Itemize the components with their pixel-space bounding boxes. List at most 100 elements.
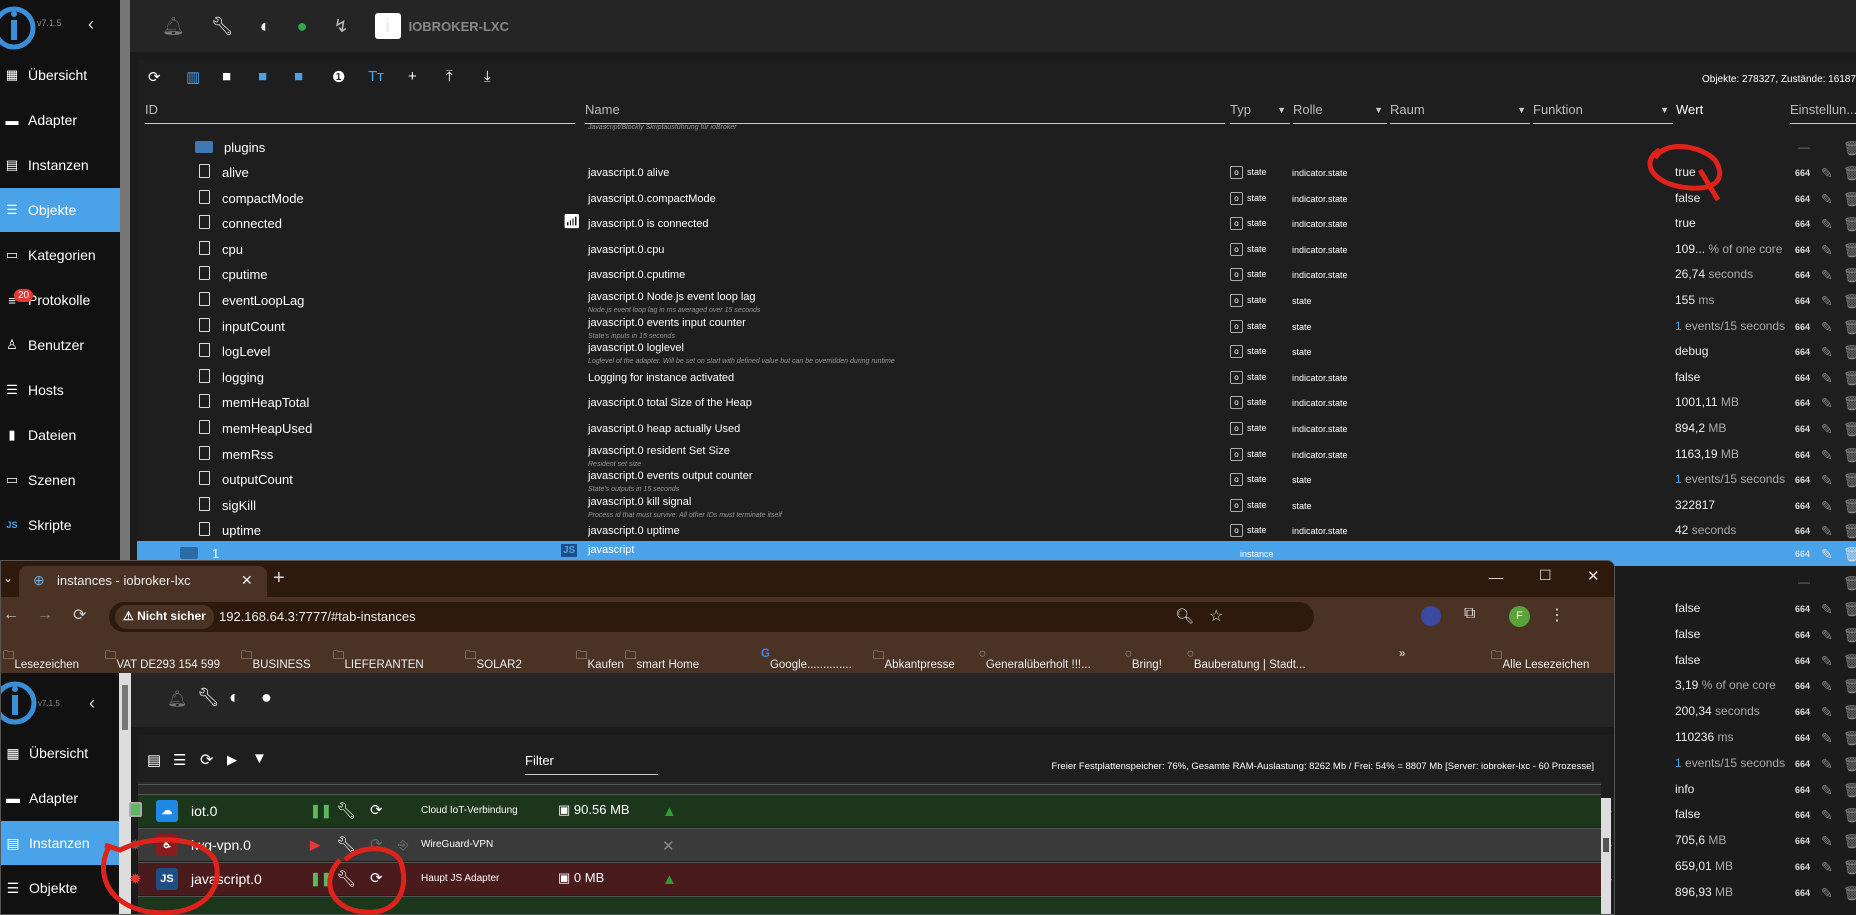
sidebar-item-übersicht[interactable]: ▦ Übersicht [1, 731, 119, 775]
column-room[interactable]: Raum ▼ [1390, 102, 1530, 124]
trash-icon[interactable]: 🗑︎ [1843, 191, 1856, 208]
edit-icon[interactable]: ✎ [1821, 165, 1833, 182]
edit-icon[interactable]: ✎ [1821, 395, 1833, 412]
folder-closed-icon[interactable]: ■ [294, 68, 303, 85]
table-row[interactable]: cputime javascript.0.cputime o state indi… [137, 262, 1856, 287]
sidebar-item-szenen[interactable]: ▭ Szenen [0, 458, 120, 502]
chevron-down-icon[interactable]: ▼ [1660, 105, 1669, 115]
table-row[interactable]: sigKill javascript.0 kill signal Process … [137, 493, 1856, 519]
trash-icon[interactable]: 🗑︎ [1843, 627, 1856, 644]
table-row[interactable]: outputCount javascript.0 events output c… [137, 467, 1856, 493]
edit-icon[interactable]: ✎ [1821, 704, 1833, 721]
row-value[interactable]: info [1675, 782, 1694, 796]
filter-icon[interactable]: ▼ [252, 750, 267, 767]
edit-icon[interactable]: ✎ [1821, 191, 1833, 208]
edit-icon[interactable]: ✎ [1821, 730, 1833, 747]
row-value[interactable]: 659,01 MB [1675, 859, 1733, 873]
restart-icon[interactable]: ⟳ [370, 835, 383, 853]
wrench-icon[interactable]: 🔧︎ [336, 869, 356, 889]
row-value[interactable]: 1163,19 MB [1675, 447, 1739, 461]
column-value[interactable]: Wert [1676, 102, 1776, 124]
sidebar-item-hosts[interactable]: ☰ Hosts [0, 368, 120, 412]
row-value[interactable]: false [1675, 653, 1700, 667]
bookmark-item[interactable]: 🗀 SOLAR2 [465, 648, 522, 671]
trash-icon[interactable]: 🗑︎ [1843, 523, 1856, 540]
wrench-icon[interactable]: 🔧︎ [336, 835, 356, 855]
edit-icon[interactable]: ✎ [1821, 267, 1833, 284]
trash-icon[interactable]: 🗑︎ [1843, 704, 1856, 721]
back-icon[interactable]: ← [3, 606, 19, 624]
collapse-sidebar-icon[interactable]: ‹ [88, 14, 94, 35]
new-tab-icon[interactable]: + [273, 567, 285, 590]
chevron-down-icon[interactable]: ▼ [1277, 105, 1286, 115]
instance-row[interactable]: ✹ JS javascript.0 ❚❚ 🔧︎ ⟳ Haupt JS Adapt… [129, 862, 1614, 895]
refresh-icon[interactable]: ⟳ [200, 750, 213, 770]
trash-icon[interactable]: 🗑︎ [1843, 678, 1856, 695]
sidebar-item-kategorien[interactable]: ▭ Kategorien [0, 233, 120, 277]
expert-mode-icon[interactable]: ● [261, 687, 272, 708]
folder-icon[interactable]: ■ [222, 68, 231, 85]
restart-icon[interactable]: ⟳ [370, 869, 383, 887]
columns-icon[interactable]: ▥ [186, 68, 200, 86]
edit-icon[interactable]: ✎ [1821, 756, 1833, 773]
reload-icon[interactable]: ⟳ [73, 605, 86, 625]
forward-icon[interactable]: → [37, 606, 53, 624]
trash-icon[interactable]: 🗑︎ [1843, 421, 1856, 438]
edit-icon[interactable]: ✎ [1821, 421, 1833, 438]
edit-icon[interactable]: ✎ [1821, 498, 1833, 515]
refresh-icon[interactable]: ⟳ [148, 68, 161, 86]
trash-icon[interactable]: 🗑︎ [1843, 472, 1856, 489]
minimize-icon[interactable]: — [1489, 569, 1503, 585]
row-value[interactable]: false [1675, 601, 1700, 615]
add-icon[interactable]: + [408, 68, 417, 85]
extension-lock-icon[interactable] [1421, 606, 1441, 626]
row-value[interactable]: 1 events/15 seconds [1675, 472, 1785, 486]
trash-icon[interactable]: 🗑︎ [1843, 242, 1856, 259]
row-value[interactable]: 705,6 MB [1675, 833, 1726, 847]
text-size-icon[interactable]: Tт [368, 68, 384, 85]
login-icon[interactable]: ⎆ [398, 837, 408, 853]
bookmark-item[interactable]: 🗀 smart Home [625, 648, 699, 671]
row-value[interactable]: 42 seconds [1675, 523, 1736, 537]
play-icon[interactable]: ▶ [227, 752, 237, 768]
bookmark-item[interactable]: 🗀 Abkantpresse [873, 648, 955, 671]
table-row[interactable]: logging Logging for instance activated o… [137, 365, 1856, 390]
browser-tab[interactable]: ⊕ instances - iobroker-lxc ✕ [19, 566, 267, 597]
tab-search-icon[interactable]: ⌄ [3, 571, 13, 585]
bookmark-item[interactable]: ◌ Generalüberholt !!!... [979, 648, 1091, 671]
filter-input[interactable]: Filter [525, 753, 658, 775]
bookmark-item[interactable]: 🗀 VAT DE293 154 599 [105, 648, 220, 671]
column-id[interactable]: ID [145, 102, 575, 124]
sidebar-item-benutzer[interactable]: ♙ Benutzer [0, 323, 120, 367]
expert-mode-icon[interactable]: ● [297, 16, 308, 37]
extensions-icon[interactable]: ⧉ [1464, 605, 1475, 623]
edit-icon[interactable]: ✎ [1821, 653, 1833, 670]
edit-icon[interactable]: ✎ [1821, 782, 1833, 799]
trash-icon[interactable]: 🗑︎ [1843, 395, 1856, 412]
restart-icon[interactable]: ⟳ [370, 801, 383, 819]
table-row[interactable]: eventLoopLag javascript.0 Node.js event … [137, 288, 1856, 314]
edit-icon[interactable]: ✎ [1821, 523, 1833, 540]
trash-icon[interactable]: 🗑︎ [1843, 833, 1856, 850]
pause-icon[interactable]: ❚❚ [310, 871, 332, 887]
instance-row[interactable]: ☁ iot.0 ❚❚ 🔧︎ ⟳ Cloud IoT-Verbindung ▣ 9… [129, 794, 1614, 827]
edit-icon[interactable]: ✎ [1821, 601, 1833, 618]
row-value[interactable]: false [1675, 370, 1700, 384]
table-row[interactable]: cpu javascript.0.cpu o state indicator.st… [137, 237, 1856, 262]
bookmarks-overflow[interactable]: » [1399, 648, 1405, 660]
address-bar[interactable]: ⚠ Nicht sicher 192.168.64.3:7777/#tab-in… [109, 602, 1314, 632]
edit-icon[interactable]: ✎ [1821, 627, 1833, 644]
table-row[interactable]: logLevel javascript.0 loglevel Loglevel o… [137, 339, 1856, 365]
row-value[interactable]: debug [1675, 344, 1708, 358]
list-view-icon[interactable]: ☰ [173, 751, 186, 769]
folder-open-icon[interactable]: ■ [258, 68, 267, 85]
trash-icon[interactable]: 🗑︎ [1843, 370, 1856, 387]
trash-icon[interactable]: 🗑︎ [1843, 293, 1856, 310]
column-type[interactable]: Typ ▼ [1230, 102, 1290, 124]
edit-icon[interactable]: ✎ [1821, 293, 1833, 310]
counter-icon[interactable]: ❶ [332, 68, 345, 86]
trash-icon[interactable]: 🗑︎ [1843, 601, 1856, 618]
bookmark-item[interactable]: 🗀 Lesezeichen [3, 648, 79, 671]
bookmark-item[interactable]: 🗀 LIEFERANTEN [333, 648, 424, 671]
all-bookmarks[interactable]: 🗀 Alle Lesezeichen [1491, 648, 1589, 671]
